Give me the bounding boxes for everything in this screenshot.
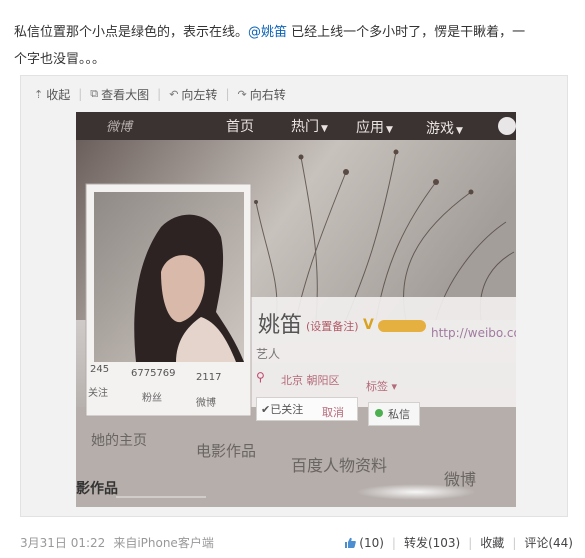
- post-text-part-2: 已经上线一个多小时了，愣是干瞅着，一: [287, 25, 526, 40]
- rotate-right-button[interactable]: ↷ 向右转: [237, 86, 285, 103]
- check-icon: ✔: [261, 403, 271, 416]
- message-label: 私信: [388, 408, 410, 421]
- stat-posts-label: 微博: [196, 398, 216, 409]
- profile-location: 北京 朝阳区: [281, 374, 340, 387]
- divider: |: [391, 535, 396, 550]
- comment-button[interactable]: 评论(44): [524, 534, 573, 551]
- post-text: 私信位置那个小点是绿色的，表示在线。@姚笛 已经上线一个多小时了，愣是干瞅着，一…: [14, 19, 574, 73]
- repost-button[interactable]: 转发(103): [404, 534, 460, 551]
- image-toolbar: ⇡ 收起 | ⧉ 查看大图 | ↶ 向左转 | ↷ 向右转: [34, 86, 286, 102]
- like-button[interactable]: (10): [344, 536, 384, 550]
- vip-badge-icon: [378, 320, 426, 332]
- profile-name: 姚笛: [258, 313, 303, 338]
- arrow-up-icon: ⇡: [34, 87, 44, 101]
- nav-games: 游戏 ▼: [426, 121, 463, 137]
- stat-fans-value: 6775769: [131, 368, 176, 379]
- stat-posts-value: 2117: [196, 372, 222, 383]
- post-actions: (10) | 转发(103) | 收藏 | 评论(44): [344, 534, 573, 551]
- online-dot-icon: [375, 409, 383, 417]
- post-meta: 3月31日 01:22 来自iPhone客户端: [20, 534, 214, 551]
- rotate-left-icon: ↶: [169, 87, 179, 101]
- location-icon: ⚲: [256, 370, 265, 384]
- rotate-left-button[interactable]: ↶ 向左转: [169, 86, 217, 103]
- collapse-label: 收起: [46, 87, 71, 102]
- attached-photo[interactable]: 微博 首页 热门 ▼ 应用 ▼ 游戏 ▼ 245 6775769 2117 关注 粉丝…: [76, 112, 516, 507]
- external-view-icon: ⧉: [90, 87, 99, 100]
- nav-apps: 应用 ▼: [356, 120, 393, 136]
- stat-follow-value: 245: [90, 364, 110, 375]
- favorite-button[interactable]: 收藏: [480, 534, 504, 551]
- nav-home: 首页: [226, 119, 254, 135]
- divider: |: [512, 535, 517, 550]
- rotate-left-label: 向左转: [181, 87, 218, 102]
- divider: |: [225, 87, 230, 101]
- mention-link[interactable]: @姚笛: [248, 25, 287, 40]
- divider: |: [78, 87, 83, 101]
- followed-label: ✔已关注: [261, 403, 304, 416]
- section-heading-cut: 影作品: [76, 481, 118, 497]
- chevron-down-icon: ▼: [386, 125, 393, 135]
- profile-url[interactable]: http://weibo.co: [431, 326, 516, 340]
- tab-weibo[interactable]: 微博: [444, 466, 476, 490]
- view-large-label: 查看大图: [101, 87, 150, 102]
- chevron-down-icon: ▼: [321, 124, 328, 134]
- unfollow-link[interactable]: 取消: [322, 404, 344, 420]
- view-large-button[interactable]: ⧉ 查看大图: [90, 86, 149, 103]
- nav-hot: 热门 ▼: [291, 119, 328, 135]
- post-text-part-1: 私信位置那个小点是绿色的，表示在线。: [14, 25, 249, 40]
- timestamp-link[interactable]: 3月31日 01:22: [20, 536, 105, 550]
- profile-role: 艺人: [256, 347, 281, 361]
- set-remark-link[interactable]: (设置备注): [306, 318, 359, 334]
- tab-home[interactable]: 她的主页: [91, 430, 147, 450]
- collapse-button[interactable]: ⇡ 收起: [34, 86, 70, 103]
- nav-logo: 微博: [106, 120, 133, 135]
- profile-tag[interactable]: 标签 ▾: [366, 378, 397, 394]
- like-count: (10): [359, 535, 384, 550]
- divider: |: [468, 535, 473, 550]
- stat-follow-label: 关注: [88, 388, 108, 399]
- source-label[interactable]: 来自iPhone客户端: [113, 536, 214, 550]
- tab-movies[interactable]: 电影作品: [196, 440, 256, 461]
- chevron-down-icon: ▼: [456, 126, 463, 136]
- divider: |: [157, 87, 162, 101]
- post-text-part-3: 个字也没冒。。。: [14, 52, 106, 67]
- rotate-right-icon: ↷: [237, 87, 247, 101]
- stat-fans-label: 粉丝: [142, 393, 162, 404]
- rotate-right-label: 向右转: [249, 87, 286, 102]
- verified-v-icon: V: [363, 317, 374, 333]
- thumb-up-icon: [345, 537, 357, 548]
- tab-baidu-profile[interactable]: 百度人物资料: [291, 452, 387, 476]
